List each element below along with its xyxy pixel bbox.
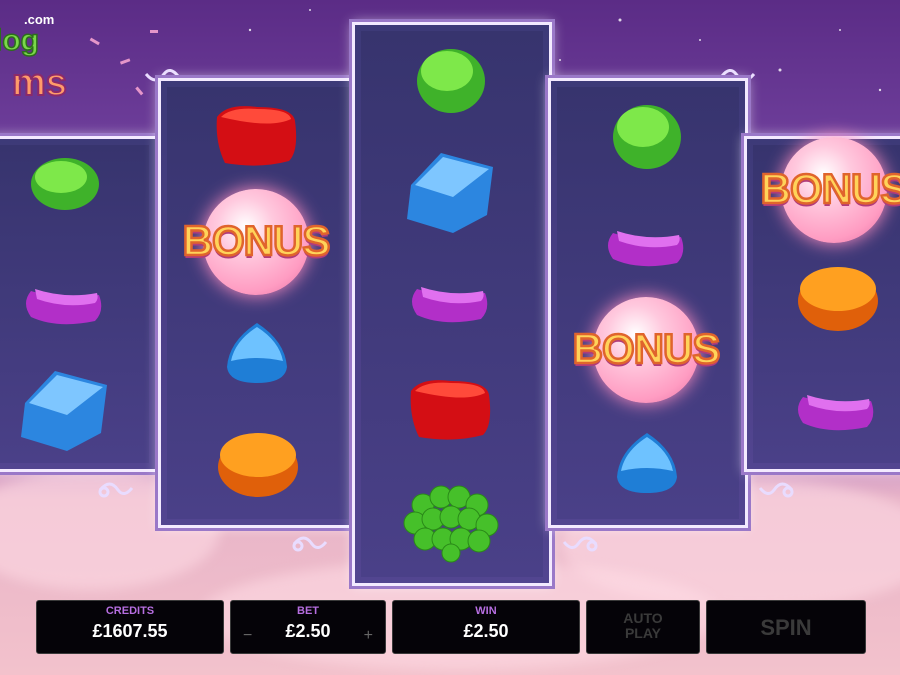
game-logo: .com log ms <box>0 6 104 116</box>
green-raspberry-candy-icon <box>403 485 499 563</box>
reel-4: BONUS <box>548 78 748 528</box>
credits-value: £1607.55 <box>92 621 168 641</box>
bonus-label: BONUS <box>181 216 331 266</box>
bonus-label: BONUS <box>571 324 721 374</box>
blue-gumdrop-icon <box>617 433 677 493</box>
reel-1 <box>0 136 158 472</box>
bonus-symbol: BONUS <box>171 185 341 295</box>
blue-sugar-gummy-icon <box>21 371 107 451</box>
spin-label: SPIN <box>760 615 812 640</box>
bet-decrease-button[interactable]: − <box>243 627 252 645</box>
orange-candy-icon <box>798 267 878 331</box>
red-gummy-icon <box>216 106 297 166</box>
reel-scroll-ornament <box>758 482 794 498</box>
reel-scroll-ornament <box>292 536 328 552</box>
reel-3 <box>352 22 552 586</box>
bonus-label: BONUS <box>759 164 900 214</box>
logo-text-bottom: ms <box>11 61 68 105</box>
win-label: WIN <box>475 605 497 617</box>
green-candy-icon <box>31 158 99 210</box>
spin-button[interactable]: SPIN <box>706 600 866 654</box>
bet-label: BET <box>297 605 319 617</box>
logo-text-top: log <box>0 23 40 58</box>
reel-2: BONUS <box>158 78 358 528</box>
credits-panel: CREDITS £1607.55 <box>36 600 224 654</box>
autoplay-button[interactable]: AUTO PLAY <box>586 600 700 654</box>
win-panel: WIN £2.50 <box>392 600 580 654</box>
green-candy-icon <box>613 105 681 169</box>
bet-increase-button[interactable]: + <box>364 627 373 645</box>
win-value: £2.50 <box>463 621 509 641</box>
bet-value: £2.50 <box>285 621 331 641</box>
credits-label: CREDITS <box>105 605 155 617</box>
bonus-symbol: BONUS <box>561 293 731 403</box>
red-gummy-icon <box>410 380 491 440</box>
reel-scroll-ornament <box>562 536 598 552</box>
reel-5: BONUS <box>744 136 900 472</box>
purple-jellybean-icon <box>412 287 488 323</box>
purple-jellybean-icon <box>608 231 684 267</box>
bonus-symbol: BONUS <box>749 133 900 243</box>
orange-candy-icon <box>218 433 298 497</box>
blue-gumdrop-icon <box>227 323 287 383</box>
purple-jellybean-icon <box>798 395 874 431</box>
reel-scroll-ornament <box>98 482 134 498</box>
autoplay-label: AUTO PLAY <box>623 610 663 641</box>
purple-jellybean-icon <box>26 289 102 325</box>
blue-sugar-gummy-icon <box>407 153 493 233</box>
bet-panel: BET £2.50 − + <box>230 600 386 654</box>
green-candy-icon <box>417 49 485 113</box>
